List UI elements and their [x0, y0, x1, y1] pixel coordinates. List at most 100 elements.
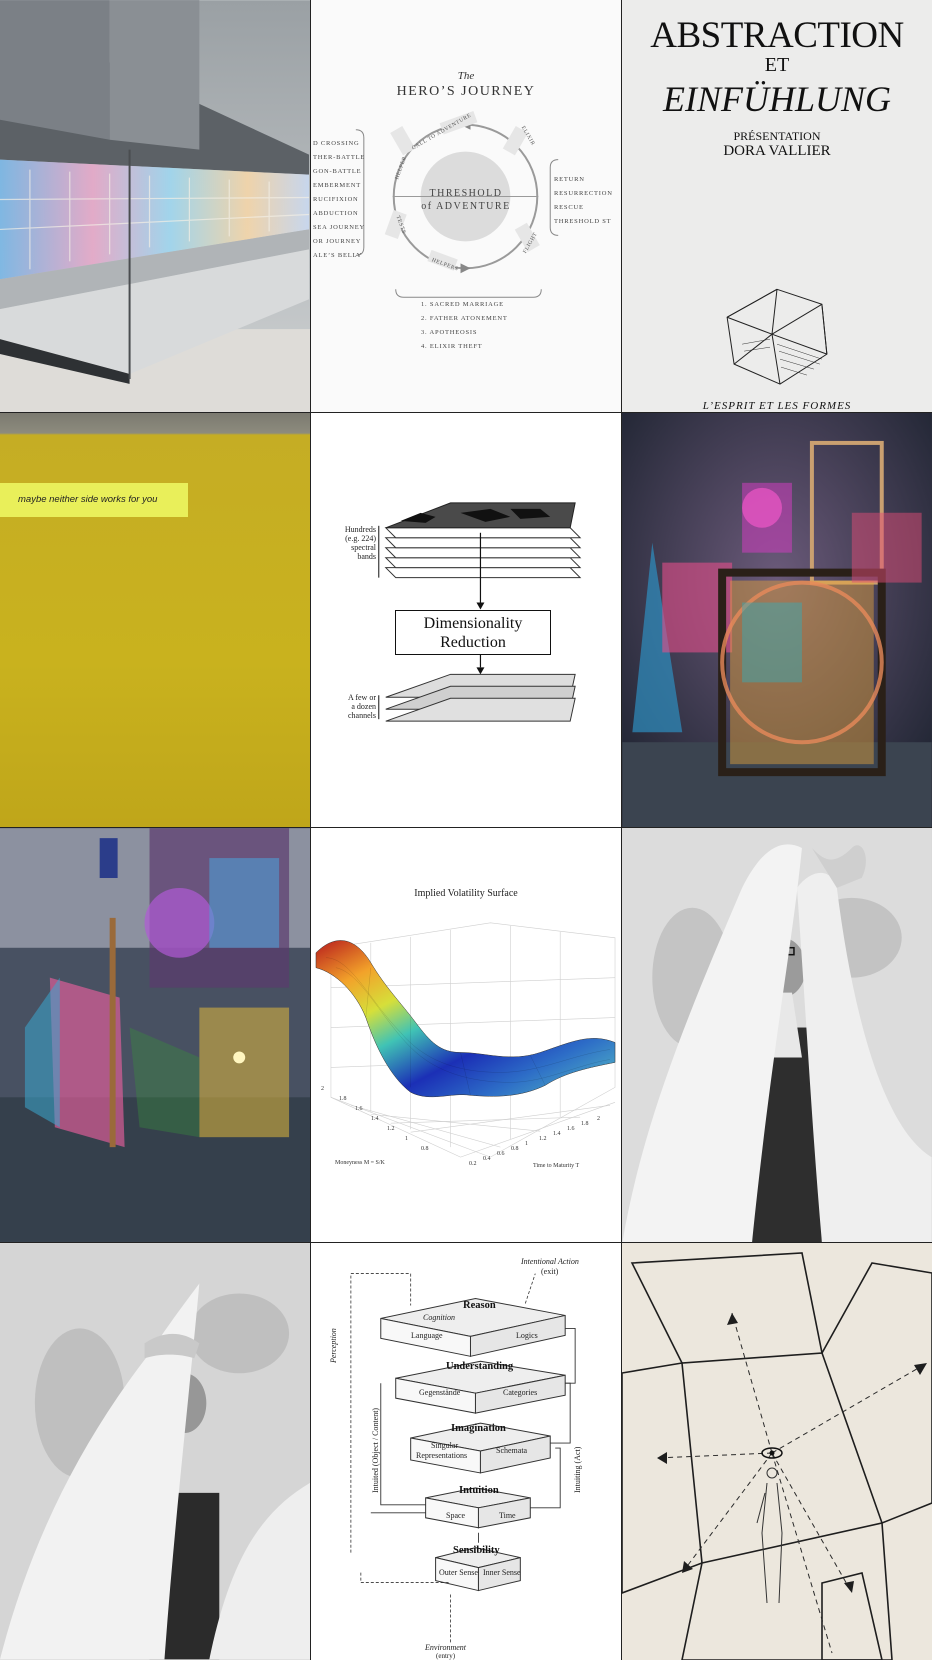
kant-outer-sense: Outer Sense — [439, 1568, 478, 1577]
tile-yellow-wall: maybe neither side works for you — [0, 413, 311, 828]
hero-bottom-stage: 1. SACRED MARRIAGE — [421, 301, 504, 308]
kant-intentional-action: Intentional Action — [521, 1257, 579, 1266]
glass-installation-alt-illustration — [0, 828, 310, 1242]
maturity-tick: 0.8 — [511, 1146, 519, 1152]
book-presentation: PRÉSENTATION — [733, 129, 821, 143]
kant-logics: Logics — [516, 1331, 538, 1340]
dr-top-label-line: Hundreds — [344, 525, 376, 534]
maturity-tick: 2 — [597, 1116, 600, 1122]
dr-bottom-label: A few or a dozen channels — [331, 693, 376, 720]
hero-title: HERO’S JOURNEY — [396, 84, 536, 99]
architectural-model-illustration — [0, 0, 310, 412]
hero-left-stage: SEA JOURNEY — [313, 224, 365, 231]
tile-portrait-curtain — [622, 828, 932, 1243]
kant-language: Language — [411, 1331, 443, 1340]
kant-gegenstande: Gegenstände — [419, 1388, 461, 1397]
book-series: L’ESPRIT ET LES FORMES — [702, 400, 852, 412]
hero-right-stage: RETURN — [554, 176, 585, 183]
kant-intuited: Intuited (Object / Content) — [371, 1407, 380, 1493]
maturity-label: Time to Maturity T — [533, 1163, 580, 1169]
book-author: DORA VALLIER — [723, 143, 831, 159]
glass-installation-illustration — [622, 413, 932, 827]
hero-left-stage: OR JOURNEY — [313, 238, 362, 245]
dr-bottom-label-line: a dozen — [351, 702, 376, 711]
hero-bottom-stage: 4. ELIXIR THEFT — [421, 343, 483, 350]
volatility-surface-plot — [315, 922, 616, 1158]
yellow-wall-label: maybe neither side works for you — [0, 483, 188, 517]
kant-intuiting: Intuiting (Act) — [573, 1446, 582, 1493]
hero-left-stage: ALE’S BELLY — [313, 252, 363, 259]
hero-right-stage: RESCUE — [554, 204, 584, 211]
hero-right-stage: THRESHOLD ST — [554, 218, 612, 225]
maturity-tick: 1.4 — [553, 1131, 561, 1137]
hero-left-stage: GON-BATTLE — [313, 168, 362, 175]
kant-time: Time — [499, 1511, 516, 1520]
moneyness-tick: 0.8 — [421, 1146, 429, 1152]
kant-cognition: Cognition — [423, 1313, 456, 1322]
kant-schemata: Schemata — [496, 1446, 528, 1455]
kant-imagination: Imagination — [451, 1423, 506, 1434]
kant-exit: (exit) — [541, 1267, 559, 1276]
perspective-sketch-illustration — [622, 1252, 932, 1660]
maturity-tick: 1.2 — [539, 1136, 547, 1142]
dr-box-line1: Dimensionality — [423, 615, 523, 632]
dr-box-line2: Reduction — [440, 634, 506, 651]
maturity-tick: 0.4 — [483, 1156, 491, 1162]
tile-volatility-surface: Implied Volatility Surface 2 1.8 1.6 1.4… — [311, 828, 622, 1243]
hero-left-stage: ABDUCTION — [313, 210, 359, 217]
tile-perspective-sketch — [622, 1243, 932, 1660]
maturity-tick: 1.8 — [581, 1121, 589, 1127]
kant-singular-line2: Representations — [416, 1451, 468, 1460]
tile-book-cover: ABSTRACTION ET EINFÜHLUNG PRÉSENTATION D… — [622, 0, 932, 413]
moneyness-tick: 1.2 — [387, 1126, 395, 1132]
kant-understanding: Understanding — [446, 1361, 514, 1372]
hero-bottom-stage: 3. APOTHEOSIS — [421, 329, 478, 336]
kant-intuition: Intuition — [459, 1485, 499, 1496]
book-title-line3: EINFÜHLUNG — [662, 79, 891, 119]
hero-title-small: The — [457, 70, 475, 82]
book-title-line2: ET — [764, 54, 790, 76]
kant-inner-sense: Inner Sense — [483, 1568, 521, 1577]
hero-left-stage: THER-BATTLE — [313, 154, 366, 161]
dr-top-label-line: bands — [357, 552, 376, 561]
kant-entry: (entry) — [436, 1652, 456, 1660]
moneyness-tick: 1 — [405, 1136, 408, 1142]
hero-left-stage: D CROSSING — [313, 140, 360, 147]
kant-categories: Categories — [503, 1388, 538, 1397]
dr-top-label: Hundreds (e.g. 224) spectral bands — [331, 525, 376, 561]
tile-glass-installation — [622, 413, 932, 828]
dr-top-label-line: spectral — [351, 543, 376, 552]
maturity-tick: 1.6 — [567, 1126, 575, 1132]
portrait-curtain-alt-illustration — [0, 1243, 310, 1660]
kant-perception: Perception — [329, 1328, 338, 1363]
moneyness-tick: 2 — [321, 1086, 324, 1092]
dimensionality-reduction-box: Dimensionality Reduction — [395, 610, 551, 655]
hero-bottom-stage: 2. FATHER ATONEMENT — [421, 315, 508, 322]
moneyness-label: Moneyness M = S/K — [335, 1160, 385, 1166]
book-title-line1: ABSTRACTION — [650, 15, 904, 56]
maturity-tick: 1 — [525, 1141, 528, 1147]
hero-left-stage: EMBERMENT — [313, 182, 362, 189]
tile-portrait-curtain-alt — [0, 1243, 311, 1660]
maturity-tick: 0.6 — [497, 1151, 505, 1157]
hero-right-stage: RESURRECTION — [554, 190, 613, 197]
kant-reason: Reason — [463, 1300, 496, 1311]
hero-left-stage: RUCIFIXION — [313, 196, 359, 203]
dr-bottom-label-line: A few or — [348, 693, 376, 702]
dr-top-label-line: (e.g. 224) — [345, 534, 376, 543]
kant-sensibility: Sensibility — [453, 1545, 500, 1556]
tile-kant-diagram: Intentional Action (exit) Reason Cogniti… — [311, 1243, 622, 1660]
moneyness-tick: 1.8 — [339, 1096, 347, 1102]
kant-singular-line1: Singular — [431, 1441, 459, 1450]
moneyness-tick: 1.6 — [355, 1106, 363, 1112]
maturity-tick: 0.2 — [469, 1161, 477, 1167]
tile-glass-installation-alt — [0, 828, 311, 1243]
kant-environment: Environment — [425, 1643, 467, 1652]
image-grid: The HERO’S JOURNEY THRESHOLD of ADVENTUR… — [0, 0, 932, 1660]
dr-bottom-label-line: channels — [348, 711, 376, 720]
moneyness-tick: 1.4 — [371, 1116, 379, 1122]
tile-architectural-model — [0, 0, 311, 413]
tile-heros-journey: The HERO’S JOURNEY THRESHOLD of ADVENTUR… — [311, 0, 622, 413]
kant-space: Space — [446, 1511, 466, 1520]
portrait-curtain-illustration — [622, 828, 932, 1242]
